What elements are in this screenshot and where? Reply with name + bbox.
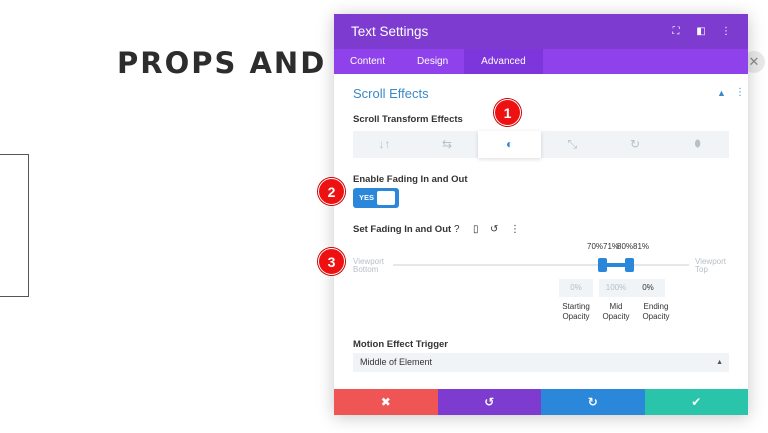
- starting-opacity-input[interactable]: 0%: [559, 279, 593, 297]
- page: PROPS AND ✕ Text Settings ⛶ ◧ ⋮ Content …: [0, 0, 768, 433]
- fade-toggle[interactable]: YES: [353, 188, 399, 208]
- tab-design[interactable]: Design: [401, 49, 464, 74]
- select-arrow-icon: ▲: [716, 359, 723, 366]
- ending-opacity-label: Ending Opacity: [642, 302, 670, 321]
- text-settings-modal: Text Settings ⛶ ◧ ⋮ Content Design Advan…: [334, 14, 748, 415]
- collapse-icon[interactable]: ▲: [717, 88, 726, 98]
- effect-tabs: ↓↑ ⇆ ◐ ⤡ ↻ ⬮: [353, 131, 729, 158]
- set-fading-label: Set Fading In and Out: [353, 224, 452, 235]
- trigger-value: Middle of Element: [360, 357, 433, 367]
- background-text-box: [0, 154, 29, 297]
- range-percent-1: 70%: [587, 242, 604, 251]
- starting-opacity-label: Starting Opacity: [562, 302, 590, 321]
- horizontal-motion-icon[interactable]: ⇆: [416, 131, 479, 158]
- help-icon[interactable]: ?: [454, 224, 460, 235]
- scroll-effects-section: Scroll Effects ▲ ⋮ Scroll Transform Effe…: [334, 74, 748, 389]
- blur-icon[interactable]: ⬮: [666, 131, 729, 158]
- undo-button[interactable]: ↺: [437, 389, 541, 415]
- mid-opacity-input[interactable]: 100%: [599, 279, 633, 297]
- annotation-badge-2: 2: [318, 178, 345, 205]
- ending-opacity-input[interactable]: 0%: [631, 279, 665, 297]
- viewport-top-label: Viewport Top: [695, 257, 726, 274]
- tab-content[interactable]: Content: [334, 49, 401, 74]
- toggle-knob: [377, 191, 395, 205]
- range-percent-4: 81%: [633, 242, 650, 251]
- trigger-select[interactable]: Middle of Element ▲: [353, 353, 729, 372]
- background-heading: PROPS AND: [117, 46, 327, 80]
- mid-opacity-label: Mid Opacity: [602, 302, 630, 321]
- mobile-icon[interactable]: ▯: [473, 224, 479, 235]
- vertical-motion-icon[interactable]: ↓↑: [353, 131, 416, 158]
- section-more-icon[interactable]: ⋮: [735, 87, 745, 98]
- modal-title: Text Settings: [351, 24, 429, 39]
- fade-label: Enable Fading In and Out: [353, 174, 468, 185]
- range-track[interactable]: [393, 264, 689, 266]
- scaling-icon[interactable]: ⤡: [541, 131, 604, 158]
- tab-advanced[interactable]: Advanced: [464, 49, 543, 74]
- viewport-bottom-label: Viewport Bottom: [353, 257, 384, 274]
- range-handle-end[interactable]: [625, 258, 634, 272]
- section-title[interactable]: Scroll Effects: [353, 86, 429, 101]
- redo-button[interactable]: ↻: [541, 389, 645, 415]
- rotating-icon[interactable]: ↻: [604, 131, 667, 158]
- annotation-badge-3: 3: [318, 248, 345, 275]
- range-percent-3: 80%: [617, 242, 634, 251]
- expand-icon[interactable]: ⛶: [667, 26, 685, 37]
- range-handle-start[interactable]: [598, 258, 607, 272]
- annotation-badge-1: 1: [494, 99, 521, 126]
- modal-footer: ✖ ↺ ↻ ✔: [334, 389, 748, 415]
- transform-label: Scroll Transform Effects: [353, 114, 463, 125]
- trigger-label: Motion Effect Trigger: [353, 339, 448, 350]
- discard-button[interactable]: ✖: [334, 389, 438, 415]
- split-view-icon[interactable]: ◧: [692, 26, 710, 37]
- more-options-icon[interactable]: ⋮: [510, 224, 520, 235]
- modal-tabs: Content Design Advanced: [334, 49, 748, 74]
- reset-icon[interactable]: ↺: [490, 224, 498, 235]
- more-vertical-icon[interactable]: ⋮: [717, 26, 735, 37]
- save-button[interactable]: ✔: [644, 389, 748, 415]
- fading-icon[interactable]: ◐: [478, 131, 542, 158]
- toggle-label: YES: [359, 193, 375, 202]
- modal-header: Text Settings ⛶ ◧ ⋮: [334, 14, 748, 49]
